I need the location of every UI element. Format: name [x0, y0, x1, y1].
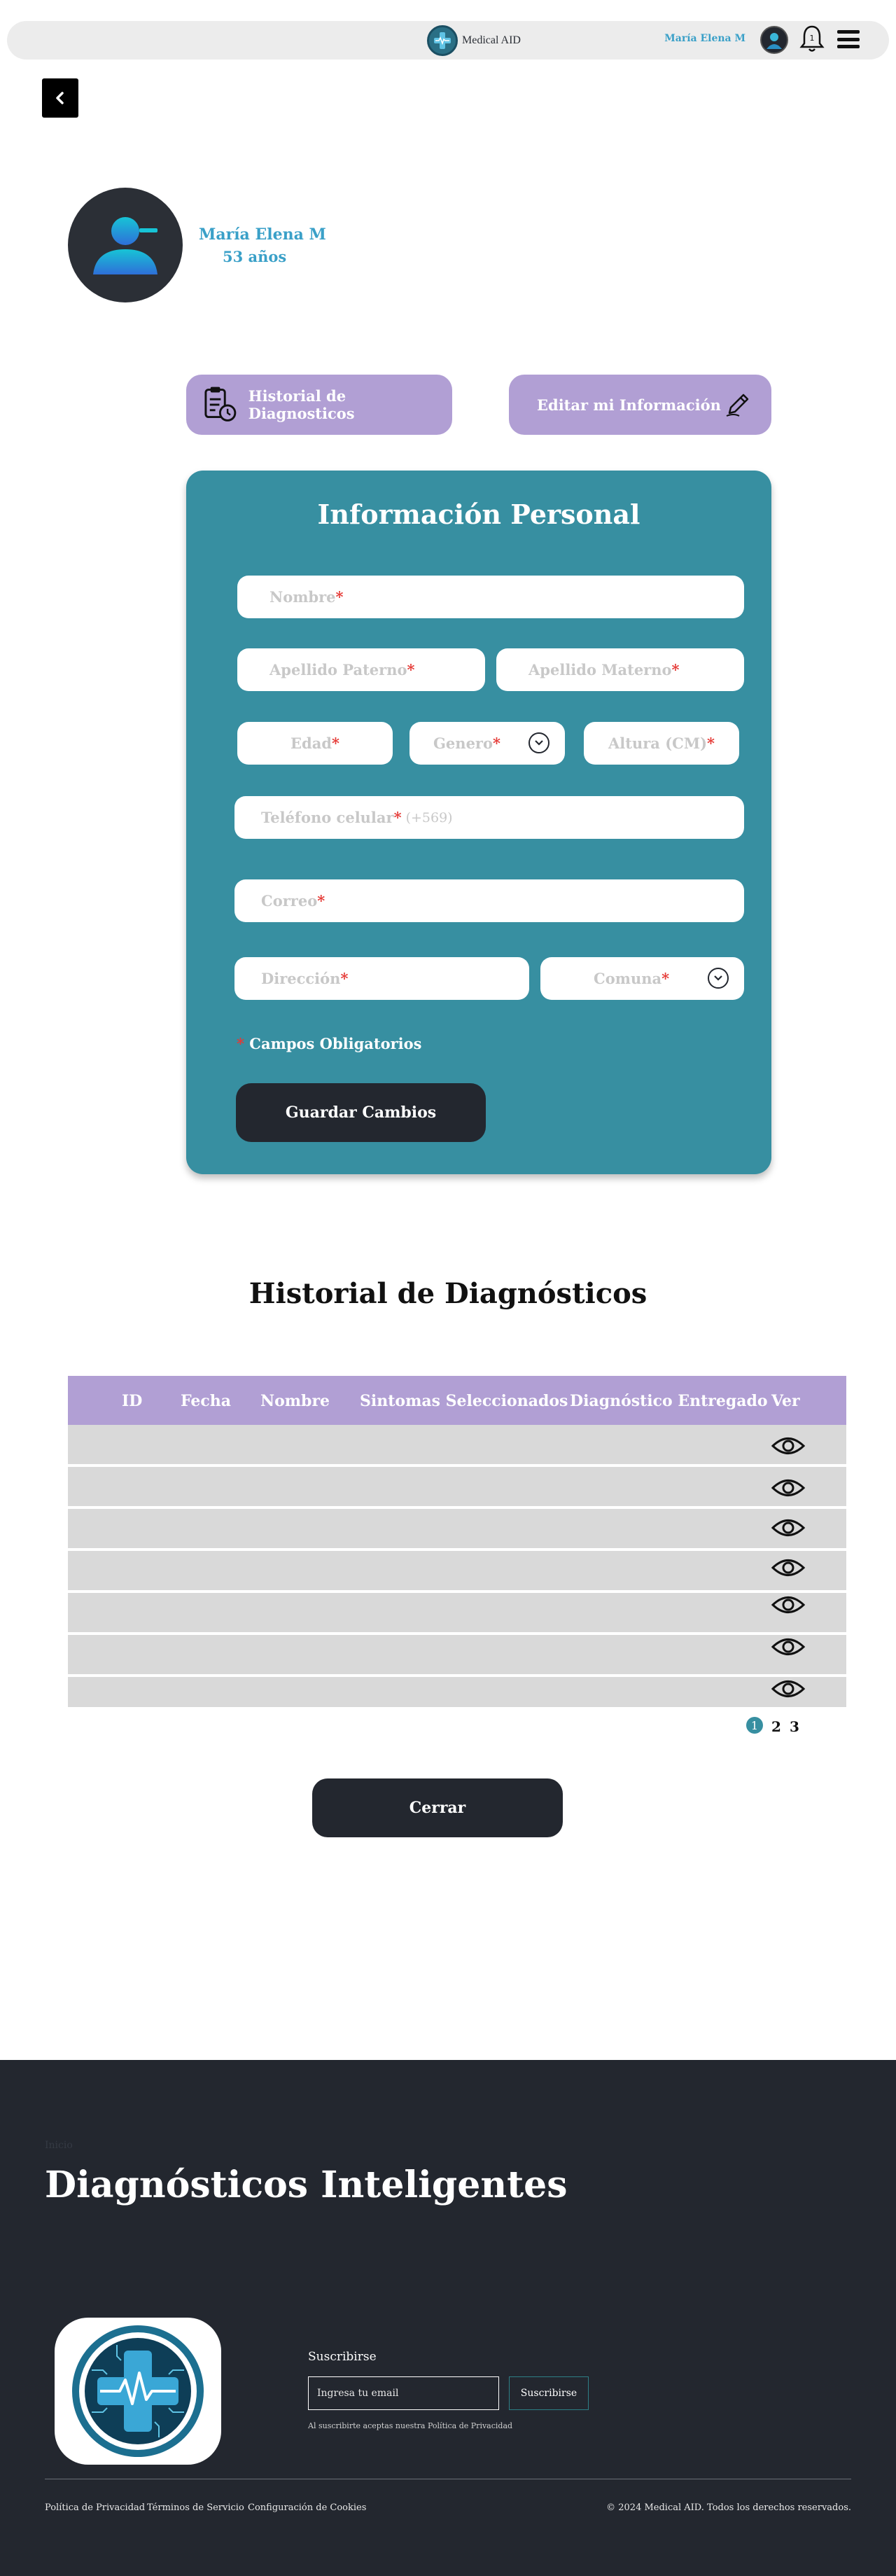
page-2-button[interactable]: 2 — [771, 1718, 781, 1735]
column-header-nombre: Nombre — [260, 1392, 330, 1410]
required-mark: * — [335, 588, 344, 606]
apellido-paterno-field[interactable]: Apellido Paterno * — [237, 648, 485, 691]
diagnostic-history-label: Historial de Diagnosticos — [248, 387, 355, 422]
direccion-placeholder: Dirección — [261, 970, 341, 987]
correo-placeholder: Correo — [261, 892, 318, 910]
required-mark: * — [407, 661, 415, 678]
table-row — [68, 1677, 846, 1708]
view-eye-icon[interactable] — [771, 1635, 806, 1659]
genero-placeholder: Genero — [433, 734, 493, 752]
footer-logo — [55, 2318, 221, 2465]
terms-of-service-link[interactable]: Términos de Servicio — [147, 2502, 244, 2513]
required-fields-note: * Campos Obligatorios — [237, 1035, 421, 1052]
required-mark: * — [237, 1035, 244, 1052]
column-header-sintomas: Sintomas Seleccionados — [360, 1392, 568, 1410]
privacy-policy-link[interactable]: Política de Privacidad — [45, 2502, 145, 2513]
view-eye-icon[interactable] — [771, 1677, 806, 1701]
required-note-text: Campos Obligatorios — [249, 1035, 422, 1052]
view-eye-icon[interactable] — [771, 1516, 806, 1540]
personal-info-title: Información Personal — [317, 499, 640, 530]
nombre-field[interactable]: Nombre * — [237, 576, 744, 618]
pencil-icon — [726, 394, 749, 417]
subscribe-email-input[interactable] — [308, 2376, 499, 2410]
apellido-paterno-placeholder: Apellido Paterno — [270, 661, 407, 678]
nombre-placeholder: Nombre — [270, 588, 336, 606]
view-eye-icon[interactable] — [771, 1556, 806, 1580]
footer-title: Diagnósticos Inteligentes — [45, 2164, 568, 2206]
apellido-materno-placeholder: Apellido Materno — [528, 661, 672, 678]
altura-placeholder: Altura (CM) — [608, 734, 708, 752]
profile-avatar — [68, 188, 183, 302]
profile-age: 53 años — [223, 248, 287, 265]
brand-name: Medical AID — [462, 34, 521, 46]
required-mark: * — [707, 734, 715, 752]
notification-bell-icon[interactable]: 1 — [798, 24, 826, 55]
edit-info-button[interactable]: Editar mi Información — [509, 375, 771, 435]
subscribe-label: Suscribirse — [308, 2350, 377, 2364]
view-eye-icon[interactable] — [771, 1476, 806, 1500]
table-row — [68, 1425, 846, 1465]
profile-name: María Elena M — [199, 225, 326, 244]
table-row — [68, 1635, 846, 1676]
column-header-id: ID — [122, 1392, 143, 1410]
column-header-fecha: Fecha — [181, 1392, 232, 1410]
required-mark: * — [317, 892, 326, 910]
save-changes-button[interactable]: Guardar Cambios — [236, 1083, 486, 1142]
medical-cross-icon — [427, 25, 458, 56]
telefono-placeholder: Teléfono celular — [261, 809, 394, 826]
back-button[interactable] — [42, 78, 78, 118]
view-eye-icon[interactable] — [771, 1434, 806, 1458]
correo-field[interactable]: Correo * — [234, 879, 744, 922]
telefono-prefix-hint: (+569) — [405, 809, 453, 826]
required-mark: * — [493, 734, 500, 752]
hamburger-menu-icon[interactable] — [836, 28, 861, 50]
view-eye-icon[interactable] — [771, 1593, 806, 1617]
table-row — [68, 1551, 846, 1592]
table-row — [68, 1509, 846, 1550]
medical-cross-circuit-icon — [72, 2325, 204, 2457]
required-mark: * — [662, 970, 670, 987]
required-mark: * — [393, 809, 402, 826]
chevron-down-icon — [528, 732, 550, 753]
table-row — [68, 1593, 846, 1634]
comuna-placeholder: Comuna — [594, 970, 662, 987]
clipboard-clock-icon — [204, 387, 237, 422]
notification-count: 1 — [810, 34, 815, 43]
subscribe-button[interactable]: Suscribirse — [509, 2376, 589, 2410]
table-row — [68, 1467, 846, 1508]
footer-small-text: Inicio — [45, 2140, 73, 2151]
edad-field[interactable]: Edad * — [237, 722, 393, 765]
required-mark: * — [332, 734, 340, 752]
subscribe-note: Al suscribirte aceptas nuestra Política … — [308, 2421, 513, 2430]
close-button[interactable]: Cerrar — [312, 1778, 563, 1837]
required-mark: * — [671, 661, 680, 678]
column-header-ver: Ver — [771, 1392, 800, 1410]
column-header-diagnostico: Diagnóstico Entregado — [570, 1392, 768, 1410]
cookie-settings-link[interactable]: Configuración de Cookies — [248, 2502, 366, 2513]
page-3-button[interactable]: 3 — [790, 1718, 799, 1735]
history-title: Historial de Diagnósticos — [248, 1277, 648, 1310]
brand-logo[interactable]: Medical AID — [427, 25, 521, 56]
direccion-field[interactable]: Dirección * — [234, 957, 529, 1000]
diagnostic-history-button[interactable]: Historial de Diagnosticos — [186, 375, 452, 435]
telefono-field[interactable]: Teléfono celular * (+569) — [234, 796, 744, 839]
chevron-down-icon — [708, 968, 729, 989]
chevron-left-icon — [56, 92, 64, 104]
apellido-materno-field[interactable]: Apellido Materno * — [496, 648, 744, 691]
altura-field[interactable]: Altura (CM) * — [584, 722, 739, 765]
comuna-select[interactable]: Comuna * — [540, 957, 744, 1000]
edad-placeholder: Edad — [290, 734, 332, 752]
header-user-name[interactable]: María Elena M — [658, 33, 746, 44]
header-avatar[interactable] — [760, 26, 788, 54]
page-1-button[interactable]: 1 — [746, 1717, 763, 1734]
required-mark: * — [340, 970, 349, 987]
genero-select[interactable]: Genero * — [410, 722, 565, 765]
edit-info-label: Editar mi Información — [537, 396, 721, 414]
copyright-text: © 2024 Medical AID. Todos los derechos r… — [606, 2502, 851, 2513]
